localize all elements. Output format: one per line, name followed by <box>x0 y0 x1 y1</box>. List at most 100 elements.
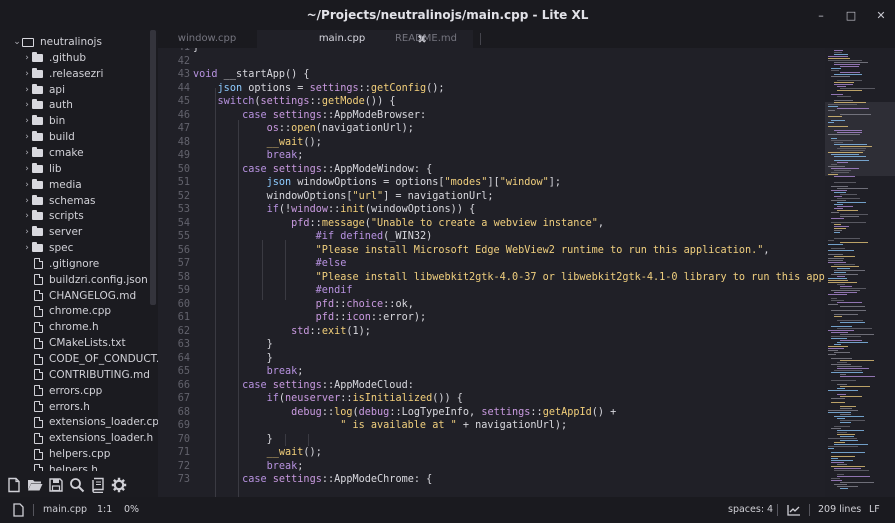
status-line-ending[interactable]: LF <box>869 497 880 523</box>
save-icon[interactable] <box>48 477 64 493</box>
code-line[interactable]: if(!window::init(windowOptions)) { <box>193 204 476 215</box>
tree-folder[interactable]: › build <box>0 129 75 145</box>
code-line[interactable]: case settings::AppModeChrome: { <box>193 474 432 485</box>
tree-file[interactable]: .gitignore <box>0 256 99 272</box>
chevron-right-icon: › <box>25 147 29 158</box>
file-tree[interactable]: ⌄ neutralinojs › .github › .releasezri › api › au… <box>0 30 158 471</box>
tree-file[interactable]: helpers.cpp <box>0 446 110 462</box>
code-line[interactable]: pfd::message("Unable to create a webview… <box>193 218 604 229</box>
minimap-line <box>837 388 845 389</box>
code-line[interactable]: __wait(); <box>193 137 322 148</box>
indent-guide <box>285 434 286 446</box>
book-icon[interactable] <box>90 477 106 493</box>
tree-folder[interactable]: › spec <box>0 240 73 256</box>
status-filename[interactable]: main.cpp <box>43 497 87 523</box>
tree-folder[interactable]: › scripts <box>0 208 84 224</box>
tree-file[interactable]: extensions_loader.h <box>0 430 153 446</box>
code-line[interactable]: void __startApp() { <box>193 69 310 80</box>
tab-readme-md[interactable]: README.md <box>373 30 479 48</box>
gear-icon[interactable] <box>111 477 127 493</box>
code-token: "Please install libwebkit2gtk-4.0-37 or … <box>315 271 825 283</box>
tree-folder[interactable]: › .github <box>0 50 86 66</box>
code-line[interactable]: json windowOptions = options["modes"]["w… <box>193 177 561 188</box>
minimap[interactable] <box>825 48 895 497</box>
tree-file[interactable]: helpers.h <box>0 462 98 471</box>
tree-folder[interactable]: › .releasezri <box>0 66 103 82</box>
sidebar-scrollbar[interactable] <box>150 30 156 305</box>
tree-file[interactable]: errors.h <box>0 399 90 415</box>
minimap-line <box>834 130 862 131</box>
tree-folder[interactable]: › cmake <box>0 145 84 161</box>
maximize-button[interactable]: □ <box>845 9 857 22</box>
code-line[interactable]: #else <box>193 258 347 269</box>
minimap-line <box>837 86 846 87</box>
code-line[interactable]: debug::log(debug::LogTypeInfo, settings:… <box>193 407 616 418</box>
code-line[interactable]: "Please install libwebkit2gtk-4.0-37 or … <box>193 272 825 283</box>
tree-folder[interactable]: › bin <box>0 113 65 129</box>
code-line[interactable]: break; <box>193 461 304 472</box>
code-line[interactable]: break; <box>193 150 304 161</box>
minimap-line <box>828 448 834 449</box>
tree-item-label: schemas <box>49 194 96 207</box>
code-line[interactable]: case settings::AppModeBrowser: <box>193 110 426 121</box>
code-line[interactable]: #if defined(_WIN32) <box>193 231 433 242</box>
close-window-button[interactable]: ✕ <box>875 9 887 22</box>
code-token: (); <box>303 447 322 458</box>
code-line[interactable]: } <box>193 434 273 445</box>
tree-file[interactable]: chrome.h <box>0 319 99 335</box>
minimap-line <box>834 160 869 161</box>
new-file-icon[interactable] <box>6 477 22 493</box>
code-token: ::AppModeBrowser: <box>321 109 427 121</box>
tree-file[interactable]: CHANGELOG.md <box>0 288 136 304</box>
code-line[interactable]: __wait(); <box>193 447 322 458</box>
code-line[interactable]: case settings::AppModeWindow: { <box>193 164 432 175</box>
tree-folder[interactable]: › schemas <box>0 193 96 209</box>
tree-folder[interactable]: › server <box>0 224 82 240</box>
code-line[interactable]: switch(settings::getMode()) { <box>193 96 396 107</box>
code-line[interactable]: windowOptions["url"] = navigationUrl; <box>193 191 494 202</box>
minimap-line <box>831 372 863 373</box>
code-line[interactable]: json options = settings::getConfig(); <box>193 83 445 94</box>
code-line[interactable]: #endif <box>193 285 353 296</box>
tree-file[interactable]: extensions_loader.cpp <box>0 414 158 430</box>
search-icon[interactable] <box>69 477 85 493</box>
code-token: windowOptions = options[ <box>291 177 445 188</box>
tree-folder[interactable]: › auth <box>0 97 73 113</box>
code-line[interactable]: " is available at " + navigationUrl); <box>193 420 567 431</box>
minimap-line <box>834 468 861 469</box>
tree-file[interactable]: CONTRIBUTING.md <box>0 367 150 383</box>
tree-folder[interactable]: › api <box>0 82 65 98</box>
tree-file[interactable]: buildzri.config.json <box>0 272 148 288</box>
code-line[interactable]: pfd::choice::ok, <box>193 299 414 310</box>
code-line[interactable]: "Please install Microsoft Edge WebView2 … <box>193 245 770 256</box>
code-line[interactable]: break; <box>193 366 304 377</box>
tree-folder[interactable]: › lib <box>0 161 62 177</box>
tree-root[interactable]: ⌄ neutralinojs <box>0 34 102 50</box>
code-line[interactable]: } <box>193 48 199 53</box>
line-number: 72 <box>177 460 190 472</box>
tree-folder[interactable]: › media <box>0 177 82 193</box>
code-line[interactable]: } <box>193 353 273 364</box>
tree-file[interactable]: chrome.cpp <box>0 303 111 319</box>
code-line[interactable]: std::exit(1); <box>193 326 371 337</box>
status-indentation[interactable]: spaces: 4 <box>728 497 773 523</box>
tree-file[interactable]: errors.cpp <box>0 383 102 399</box>
code-line[interactable]: if(neuserver::isInitialized()) { <box>193 393 463 404</box>
tree-file[interactable]: CMakeLists.txt <box>0 335 126 351</box>
code-line[interactable]: os::open(navigationUrl); <box>193 123 414 134</box>
minimap-line <box>831 358 852 359</box>
code-token: , <box>597 217 604 229</box>
open-folder-icon[interactable] <box>27 477 43 493</box>
code-line[interactable]: } <box>193 339 273 350</box>
tab-window-cpp[interactable]: window.cpp <box>158 30 256 48</box>
code-line[interactable]: pfd::icon::error); <box>193 312 426 323</box>
tree-file[interactable]: CODE_OF_CONDUCT.md <box>0 351 158 367</box>
line-chart-icon[interactable] <box>787 504 801 516</box>
code-editor[interactable]: 41}4243void __startApp() {44 json option… <box>158 48 825 497</box>
code-token: open <box>291 123 316 134</box>
minimap-line <box>831 164 837 165</box>
code-line[interactable]: case settings::AppModeCloud: <box>193 380 414 391</box>
status-cursor-position[interactable]: 1:1 <box>97 497 112 523</box>
minimize-button[interactable]: – <box>815 9 827 22</box>
